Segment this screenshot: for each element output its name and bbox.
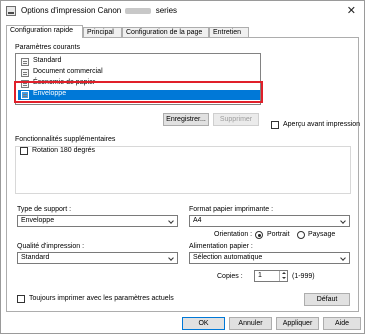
paper-source-select[interactable]: Sélection automatique <box>189 252 350 264</box>
default-button[interactable]: Défaut <box>304 293 350 306</box>
preview-checkbox[interactable] <box>271 121 279 129</box>
stepper-arrows-icon[interactable] <box>279 271 287 281</box>
list-item[interactable]: Standard <box>18 57 260 67</box>
help-button[interactable]: Aide <box>323 317 361 330</box>
document-icon <box>21 58 29 66</box>
printer-app-icon <box>6 6 16 16</box>
copies-label: Copies : <box>217 273 243 280</box>
list-item[interactable]: Document commercial <box>18 68 260 78</box>
current-settings-label: Paramètres courants <box>15 44 80 51</box>
arrow-down-icon[interactable] <box>282 277 286 279</box>
media-type-value: Enveloppe <box>21 217 55 224</box>
rotate-180-checkbox[interactable] <box>20 147 28 155</box>
title-bar: Options d'impression Canon series ✕ <box>1 1 364 23</box>
document-icon <box>21 69 29 77</box>
additional-features-label: Fonctionnalités supplémentaires <box>15 136 116 143</box>
apply-button[interactable]: Appliquer <box>276 317 319 330</box>
close-icon[interactable]: ✕ <box>347 4 356 17</box>
print-quality-select[interactable]: Standard <box>17 252 178 264</box>
paper-size-select[interactable]: A4 <box>189 215 350 227</box>
paper-size-value: A4 <box>193 217 202 224</box>
chevron-down-icon <box>340 255 346 261</box>
tab-quick-setup-label: Configuration rapide <box>10 27 74 34</box>
window-title-prefix: Options d'impression Canon <box>21 6 122 15</box>
save-button[interactable]: Enregistrer... <box>163 113 209 126</box>
paper-source-value: Sélection automatique <box>193 254 263 261</box>
landscape-label: Paysage <box>308 231 336 238</box>
window-title-suffix: series <box>155 6 178 15</box>
rotate-180-label: Rotation 180 degrés <box>32 147 96 154</box>
tab-maintenance-label: Entretien <box>213 29 242 36</box>
tab-page-setup-label: Configuration de la page <box>126 29 203 36</box>
delete-button[interactable]: Supprimer <box>213 113 259 126</box>
print-options-dialog: Options d'impression Canon series ✕ Conf… <box>0 0 365 334</box>
tab-main[interactable]: Principal <box>83 27 122 37</box>
list-item-label: Standard <box>33 57 62 64</box>
copies-value: 1 <box>258 272 262 279</box>
tab-page-setup[interactable]: Configuration de la page <box>122 27 209 37</box>
tab-quick-setup[interactable]: Configuration rapide <box>6 25 83 38</box>
chevron-down-icon <box>168 218 174 224</box>
cancel-button[interactable]: Annuler <box>229 317 272 330</box>
paper-source-label: Alimentation papier : <box>189 243 253 250</box>
tab-main-label: Principal <box>87 29 114 36</box>
media-type-label: Type de support : <box>17 206 72 213</box>
highlight-box <box>14 81 263 103</box>
model-name-redacted <box>125 7 152 14</box>
paper-size-label: Format papier imprimante : <box>189 206 274 213</box>
print-quality-label: Qualité d'impression : <box>17 243 85 250</box>
landscape-radio[interactable] <box>297 231 305 239</box>
copies-stepper[interactable]: 1 <box>254 270 288 282</box>
arrow-up-icon[interactable] <box>282 272 286 274</box>
preview-checkbox-label: Aperçu avant impression <box>283 121 361 128</box>
tab-maintenance[interactable]: Entretien <box>209 27 249 37</box>
ok-button[interactable]: OK <box>182 317 225 330</box>
portrait-label: Portrait <box>267 231 290 238</box>
orientation-label: Orientation : <box>214 231 253 238</box>
print-quality-value: Standard <box>21 254 50 261</box>
window-title: Options d'impression Canon series <box>21 6 177 15</box>
copies-range: (1-999) <box>292 273 315 280</box>
chevron-down-icon <box>340 218 346 224</box>
always-print-label: Toujours imprimer avec les paramètres ac… <box>29 295 174 302</box>
chevron-down-icon <box>168 255 174 261</box>
always-print-checkbox[interactable] <box>17 295 25 303</box>
portrait-radio[interactable] <box>255 231 263 239</box>
media-type-select[interactable]: Enveloppe <box>17 215 178 227</box>
list-item-label: Document commercial <box>33 68 103 75</box>
